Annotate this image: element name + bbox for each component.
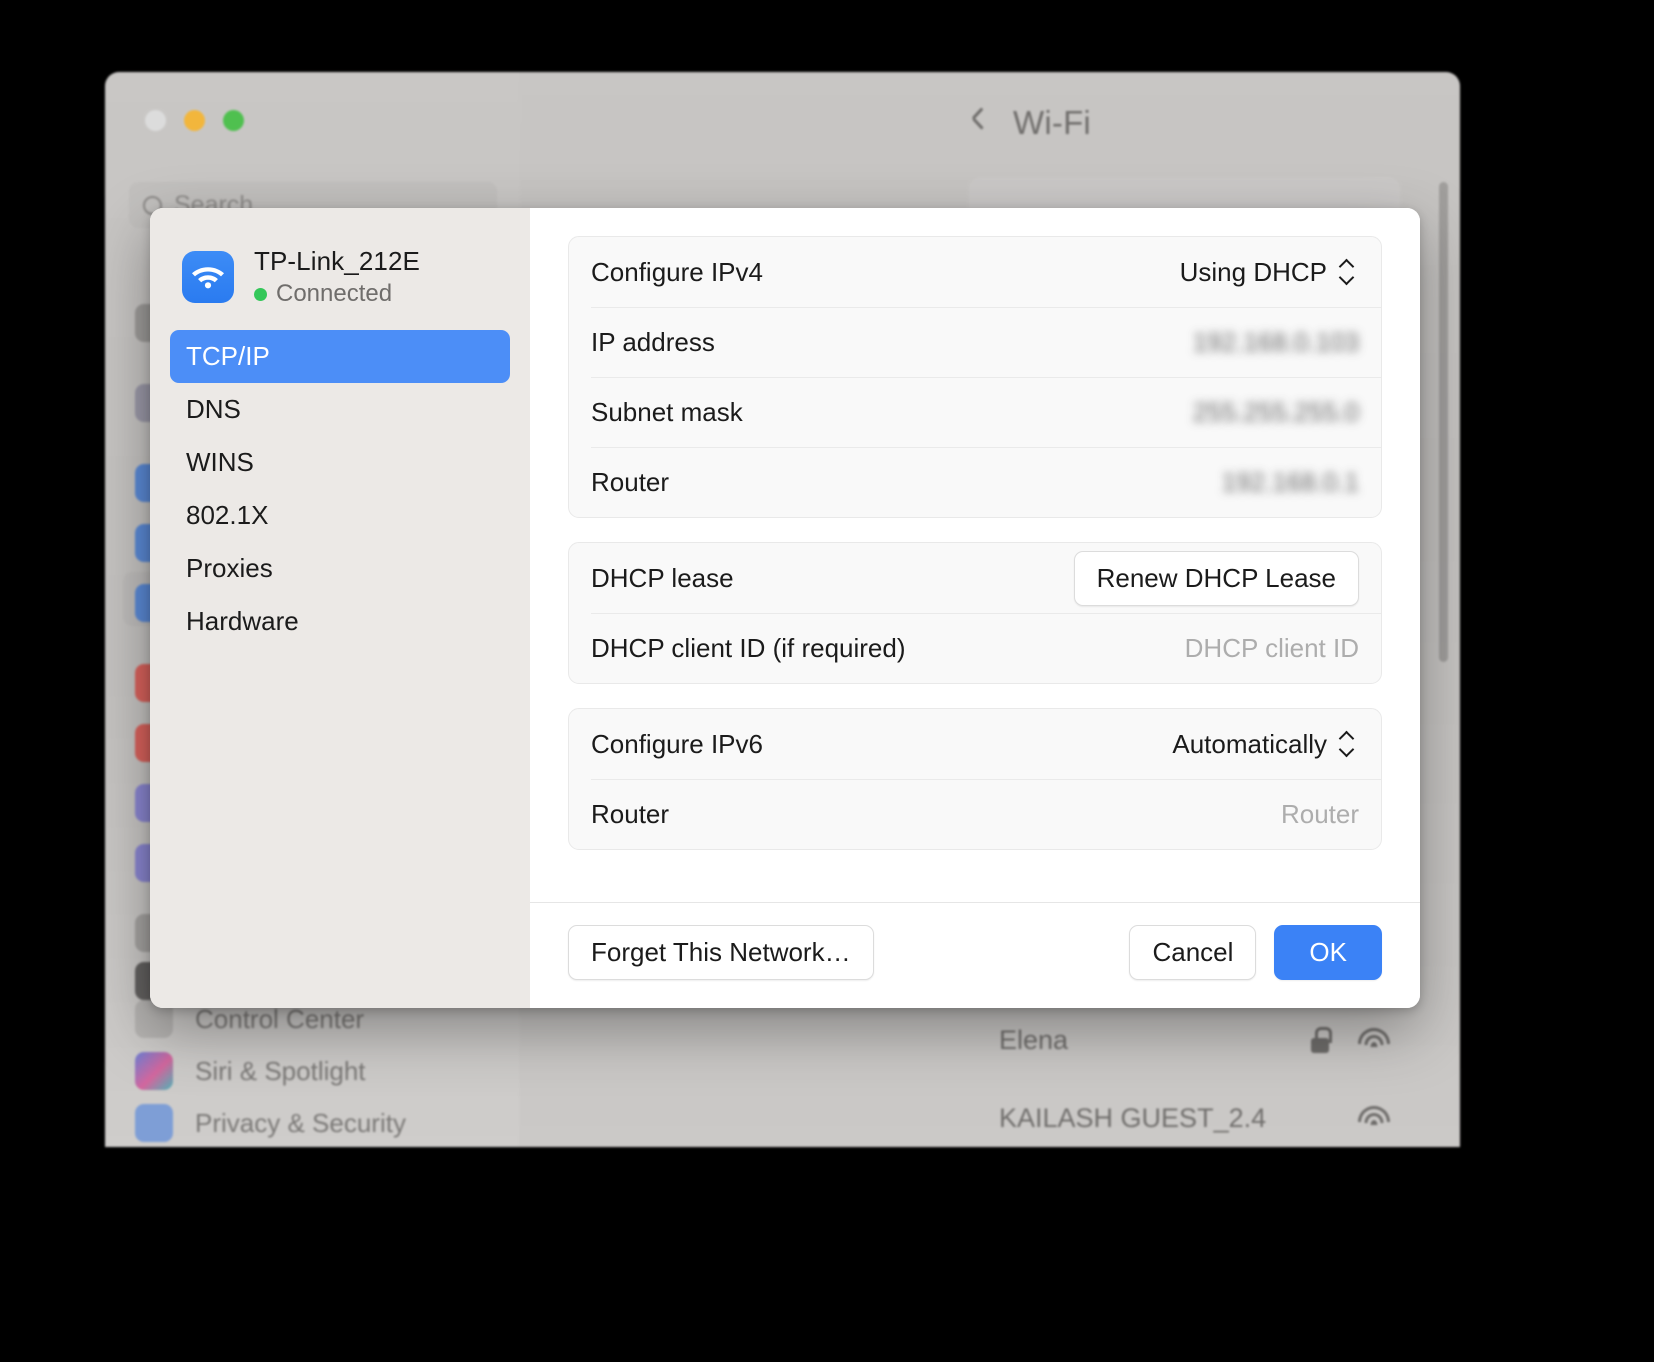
configure-ipv6-value: Automatically [1172, 728, 1327, 759]
ipv4-group: Configure IPv4 Using DHCP IP address 192… [568, 236, 1382, 518]
sheet-content: Configure IPv4 Using DHCP IP address 192… [530, 208, 1420, 902]
ip-address-value: 192.168.0.103 [1192, 326, 1359, 357]
renew-dhcp-lease-button[interactable]: Renew DHCP Lease [1073, 550, 1359, 606]
zoom-button[interactable] [223, 110, 244, 131]
screen: Search Control Center Siri & Spotlight P… [0, 0, 1654, 1362]
chevron-left-icon[interactable] [969, 111, 983, 135]
close-button[interactable] [145, 110, 166, 131]
row-configure-ipv4[interactable]: Configure IPv4 Using DHCP [569, 237, 1381, 307]
row-label: Router [591, 466, 670, 497]
router-ipv4-value: 192.168.0.1 [1221, 466, 1359, 497]
dhcp-client-id-input[interactable]: DHCP client ID [1185, 633, 1359, 664]
row-label: Router [591, 798, 670, 829]
network-summary: TP-Link_212E Connected [170, 236, 510, 330]
row-ip-address: IP address 192.168.0.103 [569, 307, 1381, 377]
row-label: Subnet mask [591, 396, 743, 427]
sheet-sidebar: TP-Link_212E Connected TCP/IP DNS WINS 8… [150, 208, 530, 1008]
network-status: Connected [276, 280, 393, 307]
privacy-hand-icon [135, 1104, 173, 1142]
configure-ipv4-value: Using DHCP [1179, 256, 1327, 287]
row-dhcp-client-id[interactable]: DHCP client ID (if required) DHCP client… [569, 613, 1381, 683]
row-label: IP address [591, 326, 715, 357]
subnet-mask-value: 255.255.255.0 [1192, 396, 1359, 427]
sheet-nav-item-wins[interactable]: WINS [170, 436, 510, 489]
wifi-icon [182, 251, 234, 303]
sidebar-item-label: Control Center [195, 1003, 365, 1034]
window-controls[interactable] [145, 110, 244, 131]
wifi-signal-icon [1358, 1106, 1390, 1130]
sheet-body: Configure IPv4 Using DHCP IP address 192… [530, 208, 1420, 1008]
sheet-nav-item-dns[interactable]: DNS [170, 383, 510, 436]
wifi-signal-icon [1358, 1028, 1390, 1052]
sheet-nav-item-tcpip[interactable]: TCP/IP [170, 330, 510, 383]
chevron-up-down-icon[interactable] [1339, 256, 1359, 288]
network-ssid: TP-Link_212E [254, 246, 420, 276]
tcpip-configuration-sheet: TP-Link_212E Connected TCP/IP DNS WINS 8… [150, 208, 1420, 1008]
vertical-scrollbar[interactable] [1439, 182, 1448, 662]
sheet-nav-item-8021x[interactable]: 802.1X [170, 489, 510, 542]
detail-header: Wi-Fi [969, 104, 1091, 142]
network-name: Elena [999, 1024, 1069, 1055]
row-router-ipv6[interactable]: Router Router [569, 779, 1381, 849]
chevron-up-down-icon[interactable] [1339, 728, 1359, 760]
sidebar-item-siri-spotlight[interactable]: Siri & Spotlight [135, 1052, 366, 1090]
sidebar-item-label: Siri & Spotlight [195, 1055, 366, 1086]
page-title: Wi-Fi [1013, 104, 1091, 141]
status-dot-icon [254, 287, 267, 301]
row-dhcp-lease: DHCP lease Renew DHCP Lease [569, 543, 1381, 613]
network-list-item[interactable]: KAILASH GUEST_2.4 [969, 1080, 1420, 1147]
lock-icon [1310, 1027, 1332, 1053]
siri-icon [135, 1052, 173, 1090]
row-label: Configure IPv4 [591, 256, 763, 287]
sheet-nav-item-proxies[interactable]: Proxies [170, 542, 510, 595]
ok-button[interactable]: OK [1274, 925, 1382, 980]
row-configure-ipv6[interactable]: Configure IPv6 Automatically [569, 709, 1381, 779]
router-ipv6-input[interactable]: Router [1281, 799, 1359, 830]
minimize-button[interactable] [184, 110, 205, 131]
sheet-nav-item-hardware[interactable]: Hardware [170, 595, 510, 648]
dhcp-group: DHCP lease Renew DHCP Lease DHCP client … [568, 542, 1382, 684]
sidebar-item-label: Privacy & Security [195, 1107, 406, 1138]
ipv6-group: Configure IPv6 Automatically Router Rout… [568, 708, 1382, 850]
row-label: Configure IPv6 [591, 728, 763, 759]
row-router-ipv4: Router 192.168.0.1 [569, 447, 1381, 517]
forget-this-network-button[interactable]: Forget This Network… [568, 925, 874, 980]
network-name: KAILASH GUEST_2.4 [999, 1102, 1267, 1133]
row-subnet-mask: Subnet mask 255.255.255.0 [569, 377, 1381, 447]
cancel-button[interactable]: Cancel [1129, 925, 1257, 980]
sheet-nav-list: TCP/IP DNS WINS 802.1X Proxies Hardware [170, 330, 510, 648]
row-label: DHCP lease [591, 562, 734, 593]
row-label: DHCP client ID (if required) [591, 632, 906, 663]
sheet-footer: Forget This Network… Cancel OK [530, 902, 1420, 1008]
network-list-item[interactable]: Elena [969, 1002, 1420, 1078]
sidebar-item-privacy-security[interactable]: Privacy & Security [135, 1104, 406, 1142]
